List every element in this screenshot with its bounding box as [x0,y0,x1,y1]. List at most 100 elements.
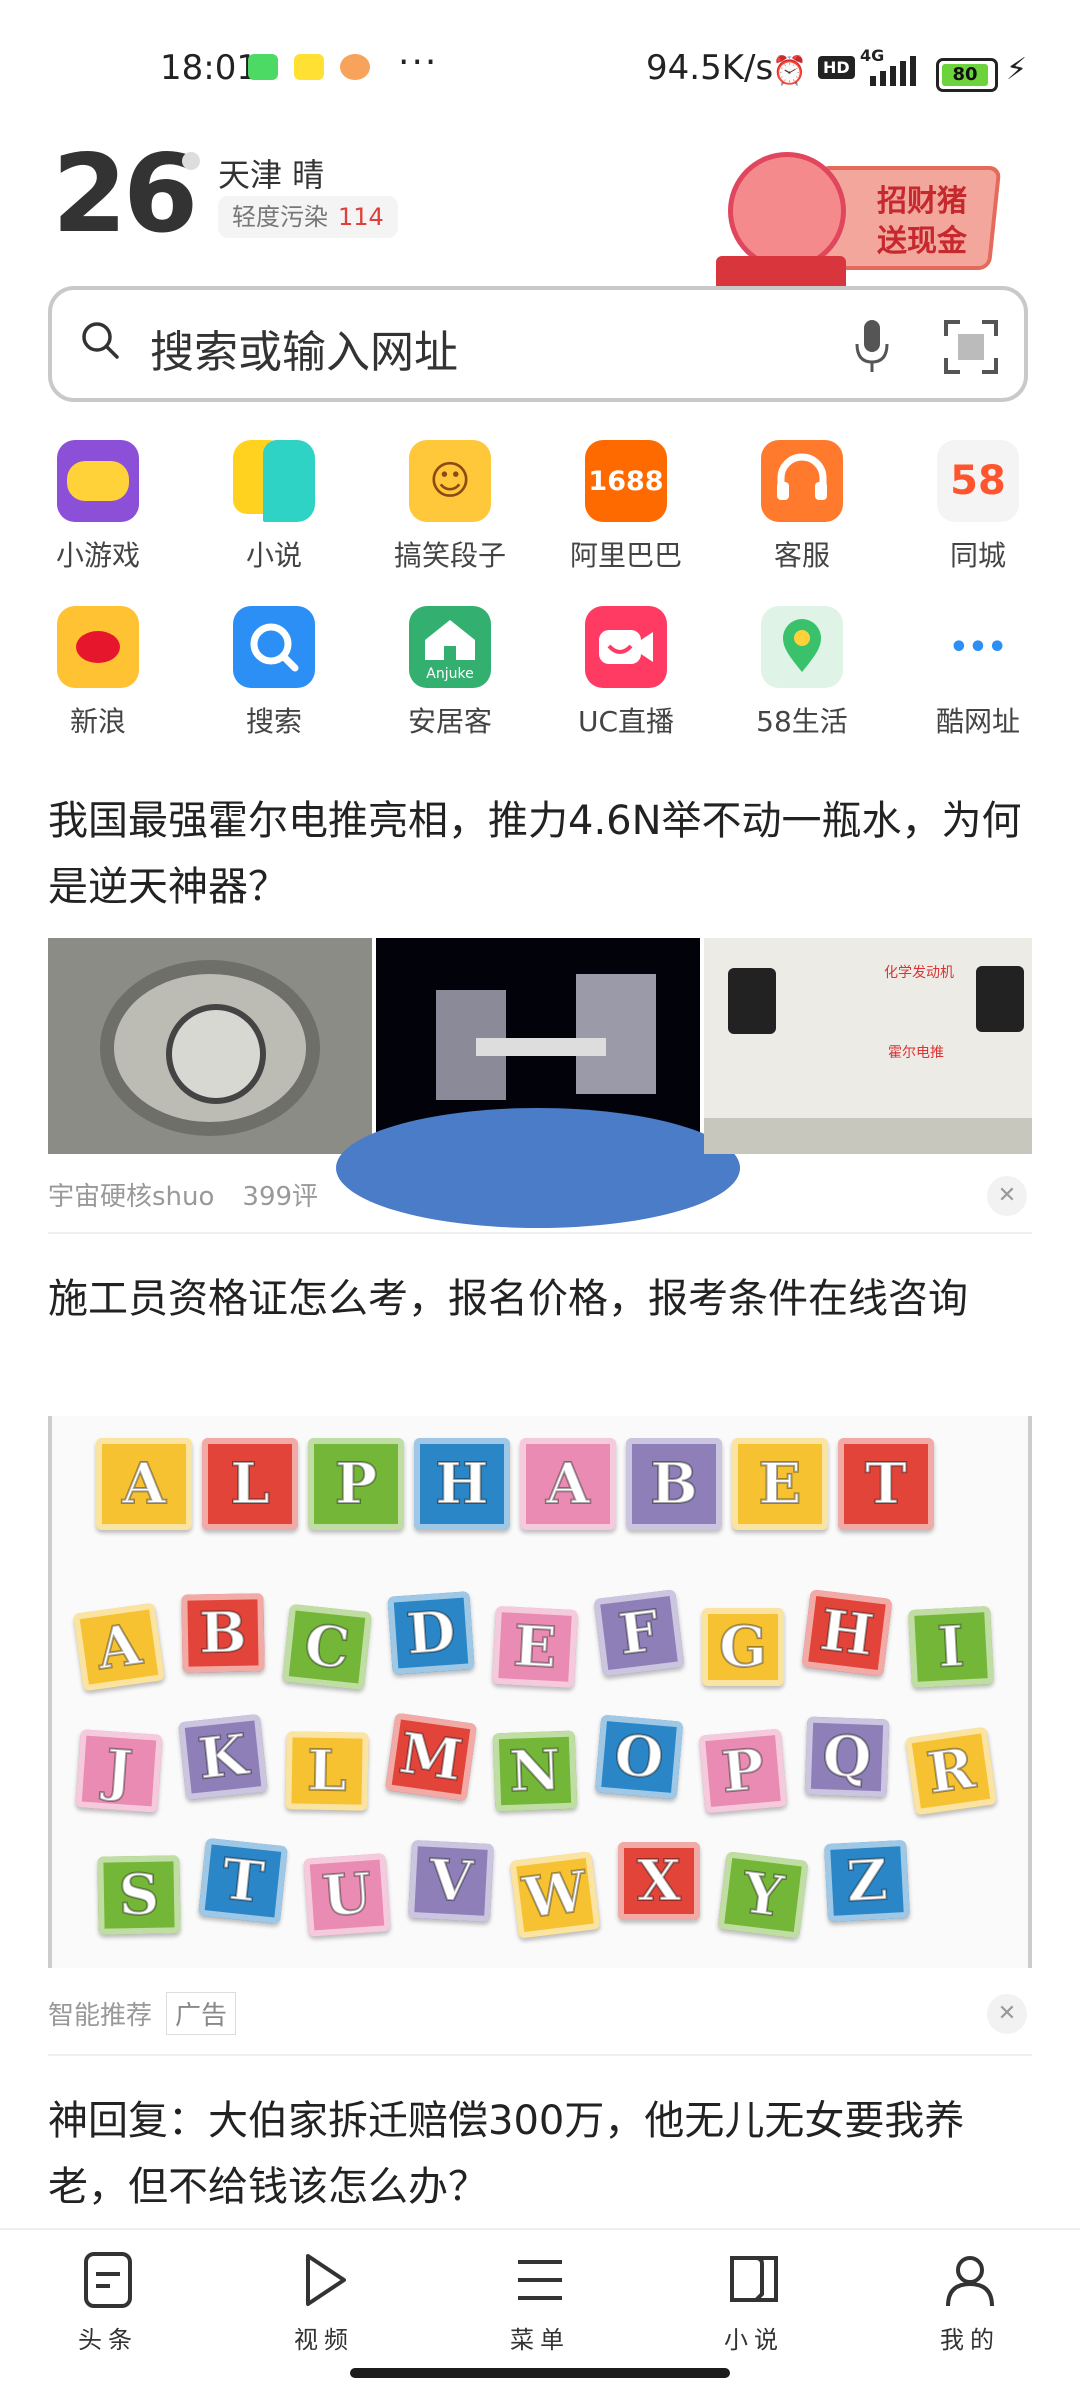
letter-block: P [308,1438,404,1530]
feed-image-thruster[interactable] [48,938,372,1154]
air-quality-label: 轻度污染 [232,203,328,231]
signal-icon [870,56,916,86]
letter-block: F [593,1589,685,1677]
letter-block: M [384,1712,478,1802]
feed-image-space-station[interactable] [336,938,740,1228]
1688-icon: 1688 [585,440,667,522]
58-text: 58 [950,458,1006,504]
letter-block: G [702,1608,784,1686]
nav-novel[interactable]: 小说 [694,2250,814,2355]
feed-title[interactable]: 我国最强霍尔电推亮相，推力4.6N举不动一瓶水，为何是逆天神器？ [48,788,1038,920]
headset-icon [761,440,843,522]
sina-weibo-icon [57,606,139,688]
charging-icon: ⚡ [1006,52,1028,87]
app-shortcut-novel[interactable]: 小说 [186,440,362,600]
nav-menu[interactable]: 菜单 [480,2250,600,2355]
app-label: 小游戏 [55,539,140,572]
nav-label: 头条 [78,2326,138,2354]
promo-pedestal [716,256,846,286]
search-bar[interactable]: 搜索或输入网址 [48,286,1028,402]
nav-headlines[interactable]: 头条 [48,2250,168,2355]
status-bar: 18:01 ··· 94.5K/s ⏰ HD 4G 80 ⚡ [0,0,1080,140]
divider [48,1232,1032,1234]
letter-block: O [594,1714,684,1800]
home-indicator[interactable] [350,2368,730,2378]
app-label: 安居客 [407,705,492,738]
letter-block: Q [804,1716,890,1798]
feed-meta: 宇宙硬核shuo 399评 [48,1176,318,1213]
letter-block: L [202,1438,298,1530]
letter-block: I [908,1605,994,1689]
app-shortcut-anjuke[interactable]: Anjuke 安居客 [362,606,538,766]
scan-icon[interactable] [944,320,998,374]
feed-title[interactable]: 神回复：大伯家拆迁赔偿300万，他无儿无女要我养老，但不给钱该怎么办？ [48,2088,1038,2220]
game-controller-icon [57,440,139,522]
letter-block: P [698,1728,788,1814]
app-label: UC直播 [577,705,675,738]
letter-block: T [198,1837,288,1925]
app-shortcut-uc-live[interactable]: UC直播 [538,606,714,766]
ad-image-alphabet[interactable]: ALPHABETABCDEFGHIJKLMNOPQRSTUVWXYZ [48,1416,1032,1968]
letter-block: N [492,1730,578,1812]
app-label: 新浪 [69,705,126,738]
promo-line1: 招财猪 [877,184,967,219]
microphone-icon[interactable] [852,318,892,374]
app-notification-icon [294,54,324,80]
pig-mascot-icon [728,152,846,270]
feed-image-module[interactable]: 化学发动机 霍尔电推 [704,938,1032,1154]
more-dots-icon: ••• [937,606,1019,688]
air-quality-badge[interactable]: 轻度污染 114 [218,196,398,238]
app-shortcut-sina[interactable]: 新浪 [10,606,186,766]
letter-block: A [96,1438,192,1530]
app-shortcut-58-life[interactable]: 58生活 [714,606,890,766]
letter-block: E [492,1605,578,1689]
letter-block: W [509,1851,601,1939]
letter-block: Z [824,1839,910,1923]
lucky-pig-promo[interactable]: 招财猪 送现金 [716,144,1002,286]
nav-video[interactable]: 视频 [264,2250,384,2355]
letter-block: R [904,1726,998,1816]
app-label: 小说 [245,539,302,572]
app-label: 58生活 [756,705,848,738]
app-shortcut-cool-sites[interactable]: ••• 酷网址 [890,606,1066,766]
play-icon [306,2254,346,2306]
letter-block: A [520,1438,616,1530]
dismiss-icon[interactable]: ✕ [987,1176,1027,1216]
app-shortcut-service[interactable]: 客服 [714,440,890,600]
city-weather[interactable]: 天津 晴 [218,150,324,196]
app-label: 搞笑段子 [393,539,506,572]
letter-block: T [838,1438,934,1530]
search-app-icon [233,606,315,688]
image-annotation-text: 化学发动机 [884,965,954,981]
app-shortcut-mini-game[interactable]: 小游戏 [10,440,186,600]
battery-level: 80 [942,64,988,86]
app-shortcut-alibaba[interactable]: 1688 阿里巴巴 [538,440,714,600]
profile-icon [946,2256,994,2307]
search-icon [82,322,119,359]
letter-block: A [72,1602,166,1692]
more-dots-text: ••• [949,629,1007,665]
app-label: 客服 [773,539,830,572]
app-label: 酷网址 [935,705,1020,738]
temperature[interactable]: 26 [52,140,198,250]
promo-text: 招财猪 送现金 [852,182,992,262]
letter-block: V [408,1839,494,1923]
dismiss-icon[interactable]: ✕ [987,1994,1027,2034]
search-input[interactable]: 搜索或输入网址 [150,316,458,380]
app-shortcut-tongcheng[interactable]: 58 同城 [890,440,1066,600]
battery-icon: 80 [936,58,998,92]
nav-profile[interactable]: 我的 [910,2250,1030,2355]
letter-block: K [178,1713,268,1801]
anjuke-house-icon: Anjuke [409,606,491,688]
nav-label: 小说 [724,2326,784,2354]
menu-icon [518,2260,562,2300]
app-shortcut-search[interactable]: 搜索 [186,606,362,766]
feed-comments: 399评 [242,1182,319,1212]
degree-icon [182,152,200,170]
app-shortcut-jokes[interactable]: ☺ 搞笑段子 [362,440,538,600]
58-icon: 58 [937,440,1019,522]
letter-block: D [387,1591,475,1675]
letter-block: S [97,1855,181,1935]
feed-title[interactable]: 施工员资格证怎么考，报名价格，报考条件在线咨询 [48,1266,1038,1332]
alarm-icon: ⏰ [772,54,807,87]
